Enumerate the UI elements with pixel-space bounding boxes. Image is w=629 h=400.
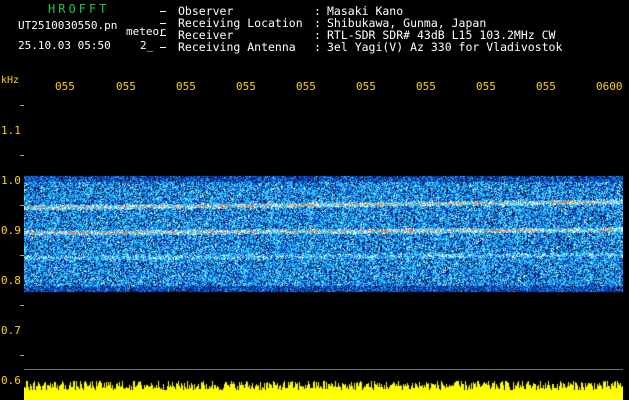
time-tick-label: 0600 — [596, 80, 623, 93]
info-value-antenna: 3el Yagi(V) Az 330 for Vladivostok — [327, 40, 563, 54]
time-tick-label: 055 — [356, 80, 376, 93]
time-tick-label: 055 — [476, 80, 496, 93]
time-tick-label: 055 — [296, 80, 316, 93]
time-tick-label: 055 — [536, 80, 556, 93]
count-label: 2_ — [140, 39, 154, 52]
time-tick-label: 055 — [236, 80, 256, 93]
info-marker — [160, 23, 166, 24]
time-tick-label: 055 — [116, 80, 136, 93]
freq-label: 1.1 — [1, 124, 21, 137]
info-marker — [160, 47, 166, 48]
time-tick-label: 055 — [55, 80, 75, 93]
info-label-antenna: Receiving Antenna — [178, 40, 296, 54]
info-marker — [160, 11, 166, 12]
file-name: UT2510030550.pn — [18, 19, 118, 32]
spectrogram-canvas — [24, 96, 623, 400]
mode-label: meteor — [126, 25, 166, 38]
app-title: HROFFT — [48, 2, 110, 16]
y-axis-unit: kHz — [1, 75, 20, 86]
time-tick-label: 055 — [416, 80, 436, 93]
freq-label: 0.6 — [1, 374, 21, 387]
date-time: 25.10.03 05:50 — [18, 39, 111, 52]
time-tick-label: 055 — [176, 80, 196, 93]
info-separator: : — [314, 40, 321, 54]
freq-label: 1.0 — [1, 174, 21, 187]
info-marker — [160, 35, 166, 36]
freq-label: 0.9 — [1, 224, 21, 237]
spectrogram — [24, 96, 623, 400]
baseline-gridline — [24, 369, 623, 370]
freq-label: 0.8 — [1, 274, 21, 287]
freq-label: 0.7 — [1, 324, 21, 337]
